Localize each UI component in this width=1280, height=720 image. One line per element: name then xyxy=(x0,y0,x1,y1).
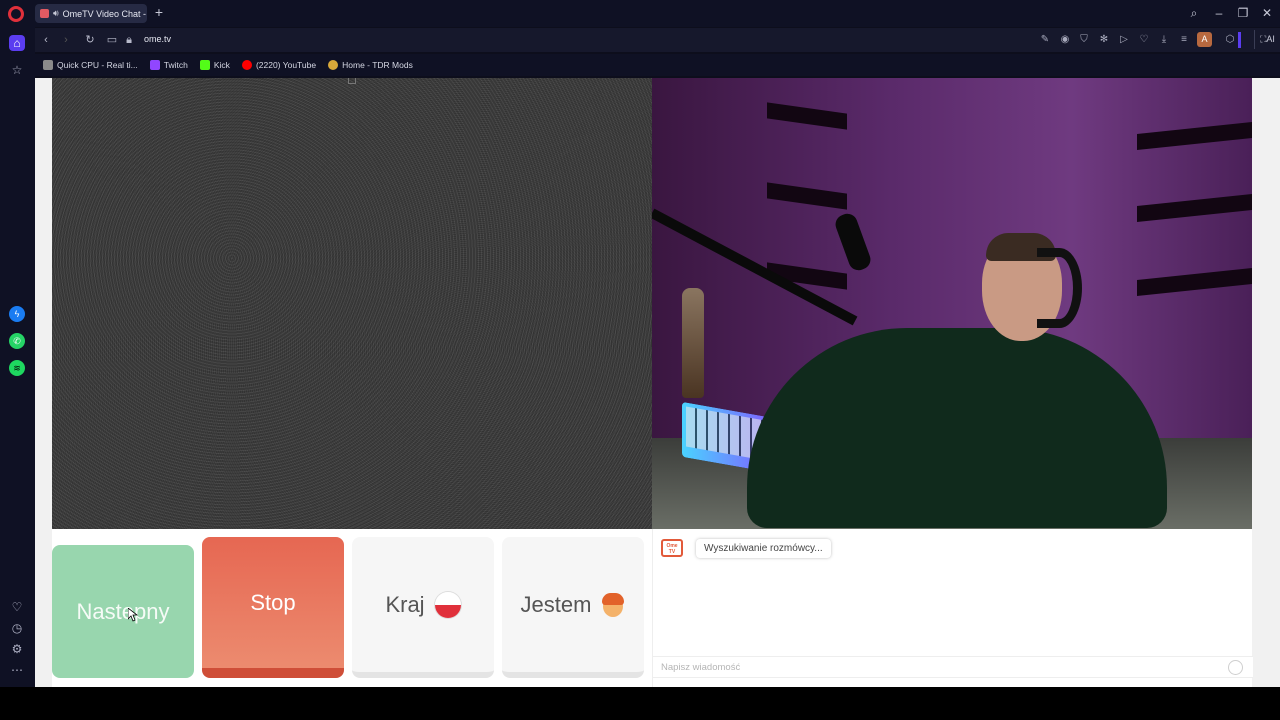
opera-logo-icon[interactable] xyxy=(8,6,24,22)
profile-avatar[interactable]: A xyxy=(1197,32,1212,47)
bookmark-label: Home - TDR Mods xyxy=(342,60,413,70)
bookmarks-bar: Quick CPU - Real ti... Twitch Kick (2220… xyxy=(35,54,1280,76)
country-button-label: Kraj xyxy=(385,591,425,617)
tab-title: OmeTV Video Chat - xyxy=(62,8,147,19)
new-tab-button[interactable]: + xyxy=(152,5,166,19)
mouse-cursor-icon xyxy=(128,608,138,622)
microphone xyxy=(832,210,874,274)
bookmark-label: (2220) YouTube xyxy=(255,60,317,70)
star-icon[interactable]: ☆ xyxy=(9,62,25,78)
next-button-label: Nastepny xyxy=(76,598,170,624)
video-top-marker xyxy=(348,78,356,84)
settings-gear-icon[interactable]: ⚙ xyxy=(9,641,25,657)
gender-button-label: Jestem xyxy=(520,591,592,617)
self-camera-video xyxy=(652,78,1252,529)
quick-cpu-icon xyxy=(43,60,53,70)
shield-icon[interactable]: ⛉ xyxy=(1076,32,1092,48)
ai-button[interactable]: ⛶AI xyxy=(1254,30,1280,49)
bookmark-label: Quick CPU - Real ti... xyxy=(57,60,138,70)
lock-icon[interactable]: 🔒︎ xyxy=(120,31,138,49)
message-input-placeholder: Napisz wiadomość xyxy=(661,662,741,673)
minimize-button[interactable]: – xyxy=(1210,4,1228,22)
emoji-icon[interactable] xyxy=(1228,660,1243,675)
extension-icon[interactable]: ✻ xyxy=(1096,32,1112,48)
poland-flag-icon xyxy=(434,591,461,618)
tdr-mods-icon xyxy=(328,60,339,70)
title-bar: 🔊︎ OmeTV Video Chat - + ⌕ – ❐ ✕ xyxy=(0,0,1280,27)
favorite-heart-icon[interactable]: ♡ xyxy=(1136,32,1152,48)
messenger-icon[interactable]: ϟ xyxy=(9,306,25,322)
cube-icon[interactable]: ⬡ xyxy=(1222,32,1238,48)
bookmark-youtube[interactable]: (2220) YouTube xyxy=(241,60,317,70)
stop-button-label: Stop xyxy=(250,589,296,615)
message-input[interactable]: Napisz wiadomość xyxy=(653,656,1253,678)
bookmark-quick-cpu[interactable]: Quick CPU - Real ti... xyxy=(43,60,138,70)
ometv-app: Nastepny Stop Kraj Jestem Ome TV Wyszuki… xyxy=(52,78,1253,687)
headphones xyxy=(1037,248,1082,328)
browser-sidebar: ⌂ ☆ ϟ ✆ ≋ ♡ ◷ ⚙ ⋯ xyxy=(0,27,35,687)
search-tabs-icon[interactable]: ⌕ xyxy=(1185,4,1203,22)
history-clock-icon[interactable]: ◷ xyxy=(9,620,25,636)
bookmark-label: Kick xyxy=(213,60,230,70)
door-stripe xyxy=(1137,121,1252,151)
door-stripe xyxy=(1137,267,1252,297)
close-window-button[interactable]: ✕ xyxy=(1258,4,1276,22)
youtube-icon xyxy=(241,60,252,70)
forward-icon[interactable]: › xyxy=(57,31,75,49)
menu-icon[interactable]: ≡ xyxy=(1176,32,1192,48)
gender-button[interactable]: Jestem xyxy=(502,537,644,678)
bookmark-twitch[interactable]: Twitch xyxy=(149,60,188,70)
page-viewport: Nastepny Stop Kraj Jestem Ome TV Wyszuki… xyxy=(35,78,1280,687)
stranger-video-static xyxy=(52,78,652,529)
address-bar: ‹ › ↻ ▭ 🔒︎ ome.tv ✎ ◉ ⛉ ✻ ▷ ♡ ⤓ ≡ A ⬡ ⛶A… xyxy=(35,28,1280,52)
accent-marker xyxy=(1238,32,1241,48)
back-icon[interactable]: ‹ xyxy=(37,31,55,49)
edit-icon[interactable]: ✎ xyxy=(1037,32,1053,48)
boy-emoji-icon xyxy=(601,592,625,618)
door-stripe xyxy=(1137,193,1252,223)
next-button[interactable]: Nastepny xyxy=(52,545,194,678)
camera-icon[interactable]: ◉ xyxy=(1057,32,1073,48)
door-stripe xyxy=(767,102,847,130)
bookmark-label: Twitch xyxy=(163,60,188,70)
reload-icon[interactable]: ↻ xyxy=(81,31,99,49)
chat-panel: Ome TV Wyszukiwanie rozmówcy... Napisz w… xyxy=(652,529,1253,687)
more-dots-icon[interactable]: ⋯ xyxy=(9,662,25,678)
bookmark-kick[interactable]: Kick xyxy=(199,60,230,70)
ometv-favicon-icon xyxy=(40,9,49,18)
audio-playing-icon[interactable]: 🔊︎ xyxy=(53,8,59,19)
status-message: Wyszukiwanie rozmówcy... xyxy=(696,539,831,558)
heart-icon[interactable]: ♡ xyxy=(9,599,25,615)
country-button[interactable]: Kraj xyxy=(352,537,494,678)
bottle xyxy=(682,288,704,398)
door-stripe xyxy=(767,182,847,210)
player-icon[interactable]: ▷ xyxy=(1116,32,1132,48)
person-hoodie xyxy=(747,328,1167,528)
url-field[interactable]: ome.tv xyxy=(144,34,171,44)
twitch-icon xyxy=(149,60,160,70)
whatsapp-icon[interactable]: ✆ xyxy=(9,333,25,349)
home-icon[interactable]: ⌂ xyxy=(9,35,25,51)
kick-icon xyxy=(199,60,210,70)
ometv-logo-icon: Ome TV xyxy=(661,539,683,557)
spotify-icon[interactable]: ≋ xyxy=(9,360,25,376)
download-icon[interactable]: ⤓ xyxy=(1156,32,1172,48)
stop-button[interactable]: Stop xyxy=(202,537,344,678)
snapshot-icon[interactable]: ▭ xyxy=(103,31,121,49)
browser-tab[interactable]: 🔊︎ OmeTV Video Chat - xyxy=(35,4,147,23)
bookmark-tdr-mods[interactable]: Home - TDR Mods xyxy=(328,60,413,70)
restore-button[interactable]: ❐ xyxy=(1234,4,1252,22)
screen-bottom-bar xyxy=(0,687,1280,720)
